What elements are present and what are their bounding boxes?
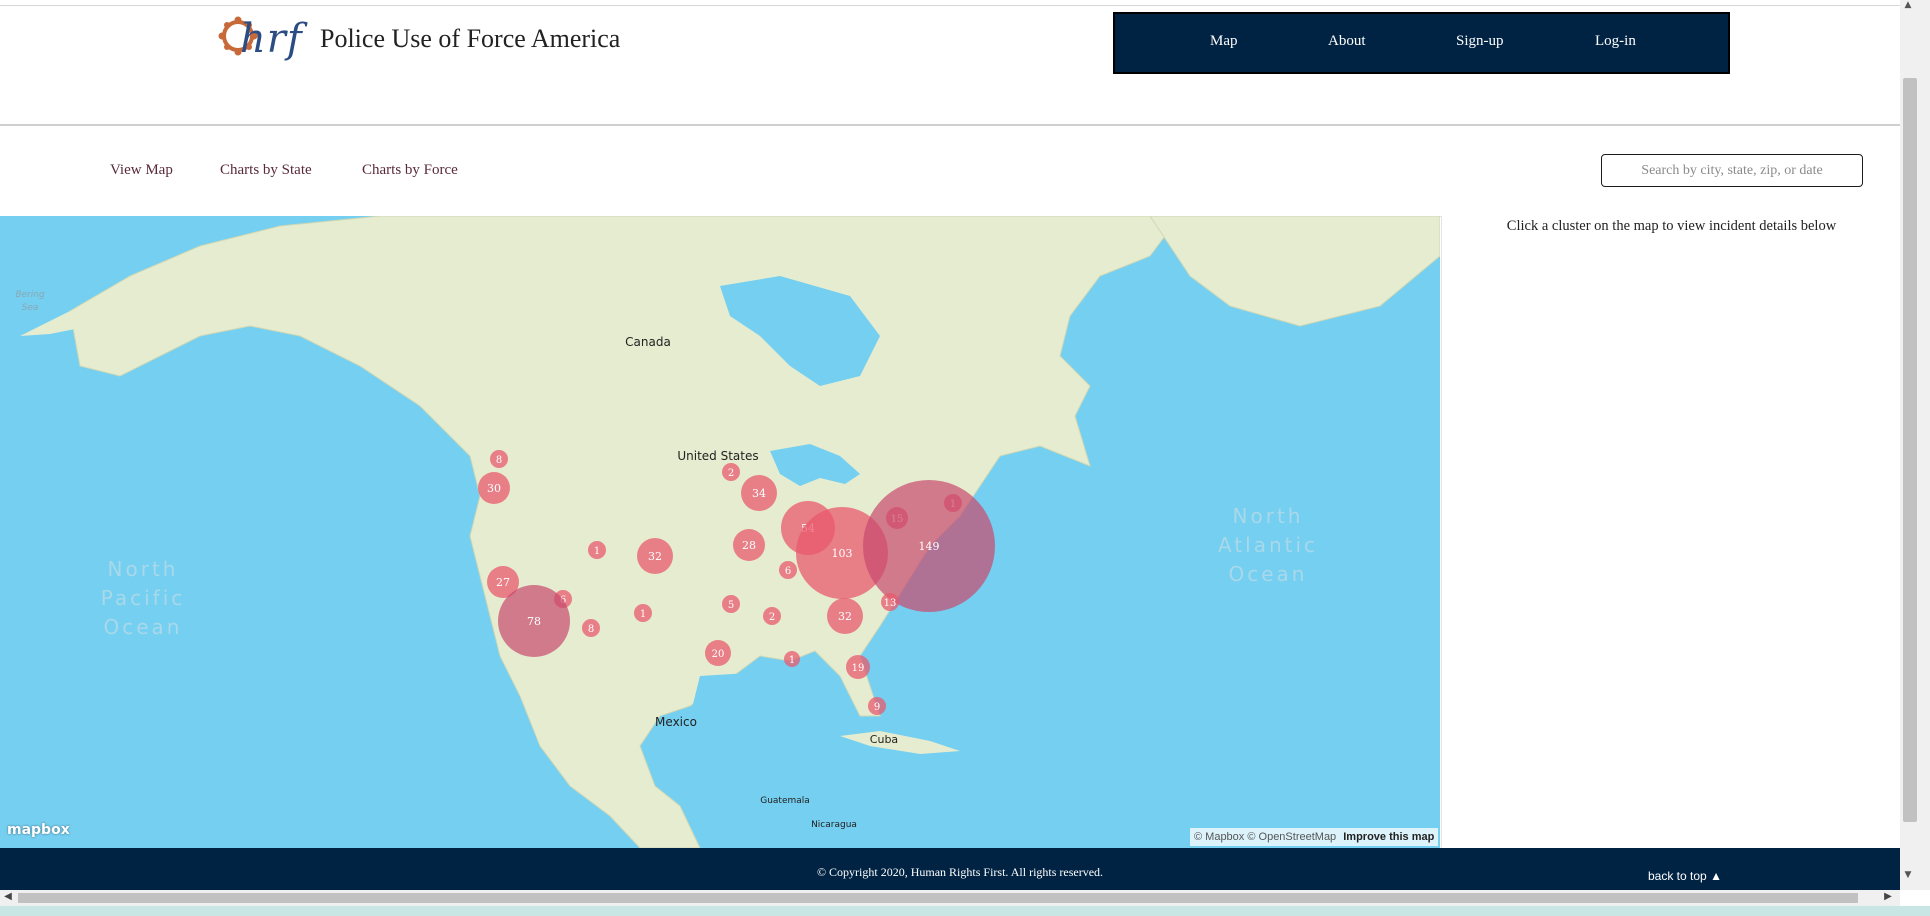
- svg-text:2: 2: [769, 612, 775, 623]
- incident-details-panel: Click a cluster on the map to view incid…: [1441, 216, 1901, 848]
- site-footer: © Copyright 2020, Human Rights First. Al…: [0, 848, 1900, 890]
- cluster-marker[interactable]: 19: [846, 655, 870, 679]
- cluster-marker[interactable]: 30: [478, 472, 510, 504]
- copyright-text: © Copyright 2020, Human Rights First. Al…: [816, 865, 1104, 879]
- label-canada: Canada: [625, 335, 671, 349]
- osm-attribution-link[interactable]: © OpenStreetMap: [1247, 831, 1336, 843]
- mapbox-attribution-link[interactable]: © Mapbox: [1194, 831, 1244, 843]
- back-to-top-label[interactable]: back to top: [1648, 869, 1707, 883]
- svg-text:6: 6: [785, 566, 791, 577]
- taskbar-strip: [0, 906, 1930, 916]
- svg-text:27: 27: [496, 576, 510, 589]
- svg-text:78: 78: [527, 615, 541, 628]
- svg-text:8: 8: [496, 455, 502, 466]
- logo-text[interactable]: hrf: [240, 16, 303, 62]
- scroll-left-arrow-icon[interactable]: ◀: [0, 891, 16, 902]
- scroll-right-arrow-icon[interactable]: ▶: [1880, 891, 1896, 902]
- cluster-marker[interactable]: 34: [741, 475, 777, 511]
- cluster-marker[interactable]: 2: [722, 463, 740, 481]
- map-attribution: © Mapbox © OpenStreetMap Improve this ma…: [1190, 828, 1439, 846]
- label-north-pacific-1: North: [108, 557, 179, 581]
- cluster-marker[interactable]: 78: [498, 585, 570, 657]
- svg-text:1: 1: [640, 609, 646, 620]
- svg-text:34: 34: [752, 487, 766, 500]
- label-nicaragua: Nicaragua: [811, 820, 857, 830]
- cluster-hint-text: Click a cluster on the map to view incid…: [1506, 218, 1837, 234]
- cluster-marker[interactable]: 28: [733, 529, 765, 561]
- vertical-scroll-thumb[interactable]: [1903, 78, 1917, 822]
- label-guatemala: Guatemala: [760, 796, 810, 806]
- cluster-marker[interactable]: 1: [588, 541, 606, 559]
- svg-text:149: 149: [919, 540, 940, 553]
- mapbox-logo[interactable]: mapbox: [7, 822, 70, 838]
- cluster-marker[interactable]: 20: [705, 640, 731, 666]
- svg-text:9: 9: [874, 702, 880, 713]
- nav-map[interactable]: Map: [1210, 33, 1238, 50]
- label-north-pacific-2: Pacific: [101, 586, 186, 610]
- label-cuba: Cuba: [870, 733, 898, 746]
- site-header: hrf Police Use of Force America Map Abou…: [0, 6, 1900, 124]
- label-united-states: United States: [677, 449, 758, 463]
- nav-log-in[interactable]: Log-in: [1595, 33, 1636, 50]
- svg-text:32: 32: [838, 610, 852, 623]
- svg-text:32: 32: [648, 550, 662, 563]
- cluster-marker[interactable]: 32: [827, 598, 863, 634]
- svg-text:13: 13: [884, 598, 897, 609]
- cluster-marker[interactable]: 8: [490, 450, 508, 468]
- scroll-down-arrow-icon[interactable]: ▼: [1900, 870, 1916, 884]
- svg-text:1: 1: [594, 546, 600, 557]
- cluster-marker[interactable]: 9: [868, 697, 886, 715]
- svg-text:20: 20: [712, 649, 725, 660]
- label-north-atlantic-2: Atlantic: [1218, 533, 1318, 557]
- svg-text:19: 19: [852, 663, 865, 674]
- site-title: Police Use of Force America: [320, 24, 621, 53]
- label-bering-sea-1: Bering: [15, 290, 45, 300]
- cluster-marker[interactable]: 6: [779, 561, 797, 579]
- charts-by-state-link[interactable]: Charts by State: [220, 162, 312, 179]
- svg-text:5: 5: [728, 600, 734, 611]
- svg-text:103: 103: [832, 547, 853, 560]
- cluster-marker[interactable]: 13: [881, 593, 899, 611]
- svg-text:30: 30: [487, 482, 501, 495]
- nav-sign-up[interactable]: Sign-up: [1456, 33, 1504, 50]
- horizontal-scroll-thumb[interactable]: [18, 893, 1858, 903]
- back-to-top-link[interactable]: back to top ▲: [1648, 869, 1722, 883]
- scroll-up-arrow-icon[interactable]: ▲: [1900, 0, 1916, 14]
- nav-about[interactable]: About: [1328, 33, 1366, 50]
- cluster-marker[interactable]: 1: [784, 651, 800, 667]
- improve-map-link[interactable]: Improve this map: [1343, 831, 1434, 843]
- cluster-marker[interactable]: 1: [634, 604, 652, 622]
- search-input[interactable]: [1601, 154, 1863, 187]
- cluster-marker[interactable]: 8: [582, 619, 600, 637]
- cluster-marker[interactable]: 32: [637, 538, 673, 574]
- main-nav: Map About Sign-up Log-in: [1113, 12, 1730, 74]
- incident-map[interactable]: Canada United States Mexico Cuba Guatema…: [0, 216, 1440, 848]
- label-north-atlantic-1: North: [1233, 504, 1304, 528]
- label-north-pacific-3: Ocean: [104, 615, 183, 639]
- cluster-marker[interactable]: 149: [863, 480, 995, 612]
- view-map-link[interactable]: View Map: [110, 162, 173, 179]
- chevron-up-icon[interactable]: ▲: [1710, 869, 1722, 883]
- label-bering-sea-2: Sea: [22, 303, 39, 313]
- map-canvas[interactable]: Canada United States Mexico Cuba Guatema…: [0, 216, 1440, 848]
- svg-text:2: 2: [728, 468, 734, 479]
- svg-text:8: 8: [588, 624, 594, 635]
- cluster-marker[interactable]: 2: [763, 607, 781, 625]
- cluster-marker[interactable]: 5: [722, 595, 740, 613]
- charts-by-force-link[interactable]: Charts by Force: [362, 162, 458, 179]
- label-north-atlantic-3: Ocean: [1229, 562, 1308, 586]
- svg-text:1: 1: [789, 655, 795, 666]
- label-mexico: Mexico: [655, 715, 697, 729]
- svg-text:28: 28: [742, 539, 756, 552]
